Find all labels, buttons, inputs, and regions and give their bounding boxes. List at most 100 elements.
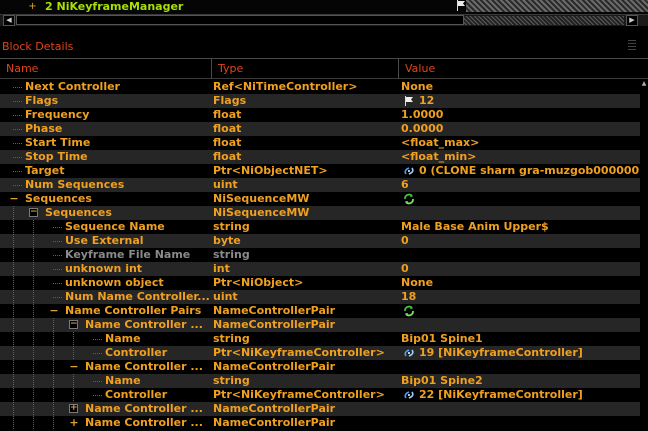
value-cell[interactable]: 19 [NiKeyframeController]: [401, 346, 648, 360]
expand-icon[interactable]: +: [69, 416, 79, 430]
table-row[interactable]: − Name Controller Pairs NameControllerPair: [0, 304, 648, 318]
tree-guide-line: [33, 402, 34, 416]
value-cell[interactable]: None: [401, 80, 648, 94]
value-cell[interactable]: 0.0000: [401, 122, 648, 136]
table-row[interactable]: Start Time float <float_max>: [0, 136, 648, 150]
table-row[interactable]: Use External byte 0: [0, 234, 648, 248]
field-value[interactable]: Male Base Anim Upper$: [401, 220, 549, 233]
collapse-icon[interactable]: −: [49, 304, 59, 318]
expand-box-icon[interactable]: +: [69, 404, 78, 413]
table-row[interactable]: unknown int int 0: [0, 262, 648, 276]
table-row[interactable]: Flags Flags 12: [0, 94, 648, 108]
field-value[interactable]: 0: [401, 262, 409, 275]
field-value[interactable]: <float_max>: [401, 136, 479, 149]
table-row[interactable]: Controller Ptr<NiKeyframeController> 22 [N…: [0, 388, 648, 402]
column-header-name[interactable]: Name: [0, 59, 211, 79]
table-row[interactable]: Name string Bip01 Spine2: [0, 374, 648, 388]
value-cell[interactable]: [401, 192, 648, 206]
scrollbar-thumb[interactable]: [16, 15, 464, 25]
value-cell[interactable]: [401, 402, 648, 416]
collapse-icon[interactable]: −: [9, 192, 19, 206]
table-row[interactable]: − Name Controller ... NameControllerPair: [0, 318, 648, 332]
column-header-value[interactable]: Value: [398, 59, 648, 79]
value-cell[interactable]: None: [401, 276, 648, 290]
expand-icon[interactable]: +: [28, 1, 37, 12]
field-value[interactable]: <float_min>: [401, 150, 476, 163]
table-row[interactable]: Frequency float 1.0000: [0, 108, 648, 122]
refresh-icon[interactable]: [403, 305, 415, 317]
column-header-type[interactable]: Type: [211, 59, 398, 79]
field-value[interactable]: 18: [401, 290, 416, 303]
field-name: Name Controller ...: [85, 402, 203, 415]
value-cell[interactable]: [401, 318, 648, 332]
type-cell: float: [213, 108, 398, 122]
field-value[interactable]: 6: [401, 178, 409, 191]
field-value[interactable]: Bip01 Spine2: [401, 374, 483, 387]
name-cell: Frequency: [0, 108, 211, 122]
value-cell[interactable]: 22 [NiKeyframeController]: [401, 388, 648, 402]
tree-guide-line: [33, 346, 34, 360]
field-value[interactable]: 12: [419, 94, 434, 107]
table-row[interactable]: Stop Time float <float_min>: [0, 150, 648, 164]
field-name: Name: [105, 332, 141, 345]
value-cell[interactable]: [401, 360, 648, 374]
value-cell[interactable]: 0: [401, 262, 648, 276]
table-row[interactable]: Keyframe File Name string: [0, 248, 648, 262]
type-cell: string: [213, 248, 398, 262]
value-cell[interactable]: [401, 416, 648, 430]
value-cell[interactable]: 6: [401, 178, 648, 192]
collapse-box-icon[interactable]: −: [69, 320, 78, 329]
value-cell[interactable]: [401, 206, 648, 220]
field-value[interactable]: 0 (CLONE sharn gra-muzgob000000: [419, 164, 639, 177]
value-cell[interactable]: Bip01 Spine1: [401, 332, 648, 346]
table-row[interactable]: Controller Ptr<NiKeyframeController> 19 [N…: [0, 346, 648, 360]
horizontal-scrollbar[interactable]: ◀ ▶: [0, 14, 648, 26]
field-value[interactable]: Bip01 Spine1: [401, 332, 483, 345]
value-cell[interactable]: [401, 304, 648, 318]
field-value[interactable]: None: [401, 80, 433, 93]
field-value[interactable]: None: [401, 276, 433, 289]
field-value[interactable]: 0: [401, 234, 409, 247]
value-cell[interactable]: Bip01 Spine2: [401, 374, 648, 388]
scroll-up-arrow-icon[interactable]: ▲: [640, 80, 648, 88]
field-value[interactable]: 1.0000: [401, 108, 443, 121]
value-cell[interactable]: <float_max>: [401, 136, 648, 150]
tree-item-keyframe-manager[interactable]: + 2 NiKeyframeManager: [0, 0, 648, 14]
value-cell[interactable]: 0: [401, 234, 648, 248]
vertical-scrollbar[interactable]: ▲: [640, 80, 648, 431]
flag-icon[interactable]: [403, 95, 415, 107]
table-row[interactable]: − Sequences NiSequenceMW: [0, 192, 648, 206]
table-row[interactable]: unknown object Ptr<NiObject> None: [0, 276, 648, 290]
value-cell[interactable]: 12: [401, 94, 648, 108]
table-row[interactable]: + Name Controller ... NameControllerPair: [0, 402, 648, 416]
value-cell[interactable]: <float_min>: [401, 150, 648, 164]
scroll-left-arrow-icon[interactable]: ◀: [3, 15, 15, 26]
table-row[interactable]: Phase float 0.0000: [0, 122, 648, 136]
collapse-box-icon[interactable]: −: [29, 208, 38, 217]
value-cell[interactable]: 18: [401, 290, 648, 304]
link-icon[interactable]: [403, 165, 415, 177]
value-cell[interactable]: 1.0000: [401, 108, 648, 122]
value-cell[interactable]: 0 (CLONE sharn gra-muzgob000000: [401, 164, 648, 178]
scroll-right-arrow-icon[interactable]: ▶: [626, 15, 638, 26]
field-value[interactable]: 19 [NiKeyframeController]: [419, 346, 583, 359]
field-value[interactable]: 0.0000: [401, 122, 443, 135]
table-row[interactable]: − Name Controller ... NameControllerPair: [0, 360, 648, 374]
value-cell[interactable]: [401, 248, 648, 262]
table-row[interactable]: − Sequences NiSequenceMW: [0, 206, 648, 220]
field-value[interactable]: 22 [NiKeyframeController]: [419, 388, 583, 401]
table-row[interactable]: + Name Controller ... NameControllerPair: [0, 416, 648, 430]
table-row[interactable]: Num Sequences uint 6: [0, 178, 648, 192]
refresh-icon[interactable]: [403, 193, 415, 205]
link-icon[interactable]: [403, 347, 415, 359]
table-row[interactable]: Next Controller Ref<NiTimeController> None: [0, 80, 648, 94]
table-row[interactable]: Sequence Name string Male Base Anim Upper$: [0, 220, 648, 234]
table-row[interactable]: Target Ptr<NiObjectNET> 0 (CLONE sharn gra…: [0, 164, 648, 178]
table-row[interactable]: Num Name Controller... uint 18: [0, 290, 648, 304]
panel-grip-icon[interactable]: [628, 40, 636, 50]
collapse-icon[interactable]: −: [69, 360, 79, 374]
value-cell[interactable]: Male Base Anim Upper$: [401, 220, 648, 234]
table-row[interactable]: Name string Bip01 Spine1: [0, 332, 648, 346]
link-icon[interactable]: [403, 389, 415, 401]
field-name: Keyframe File Name: [65, 248, 191, 261]
